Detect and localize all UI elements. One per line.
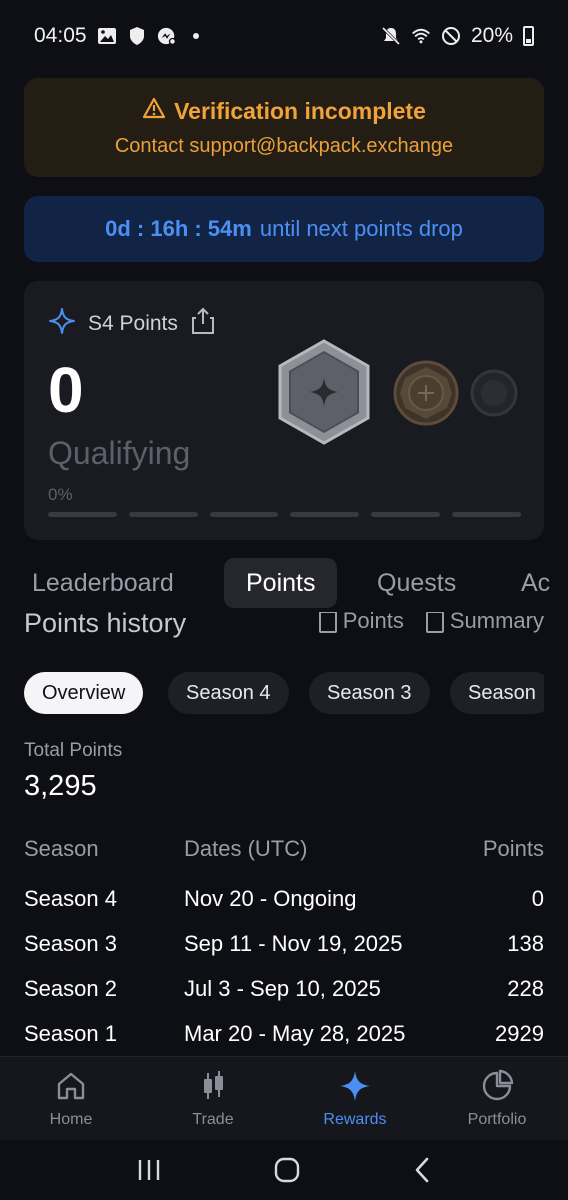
verification-title-row: Verification incomplete [142, 97, 426, 125]
image-icon [97, 26, 117, 46]
status-left: 04:05 [34, 24, 199, 48]
chip-season-3[interactable]: Season 3 [309, 672, 430, 714]
wifi-icon [411, 26, 431, 46]
nav-trade[interactable]: Trade [142, 1057, 284, 1140]
tab-quests[interactable]: Quests [377, 558, 456, 608]
table-row: Season 2 Jul 3 - Sep 10, 2025 228 [24, 976, 544, 1021]
row-dates: Nov 20 - Ongoing [184, 886, 357, 911]
warning-icon [142, 97, 166, 125]
header-points: Points [482, 836, 544, 861]
total-points-label: Total Points [24, 740, 123, 761]
nav-trade-label: Trade [192, 1110, 234, 1128]
nav-home-label: Home [49, 1110, 93, 1128]
box-icon [425, 612, 444, 634]
progress-segment [452, 512, 521, 517]
points-tier: Qualifying [48, 435, 191, 471]
progress-segment [48, 512, 117, 517]
progress-bar [48, 512, 521, 517]
row-points: 228 [507, 976, 544, 1001]
clock: 04:05 [34, 24, 87, 47]
points-link[interactable]: Points [318, 612, 404, 639]
progress-segment [128, 512, 198, 517]
tab-leaderboard[interactable]: Leaderboard [32, 558, 174, 608]
row-points: 138 [507, 931, 544, 956]
verification-subtitle[interactable]: Contact support@backpack.exchange [115, 135, 453, 158]
row-points: 0 [531, 886, 544, 911]
timer-countdown: 0d : 16h : 54m [105, 216, 252, 241]
home-icon [57, 1072, 85, 1099]
points-card-title: S4 Points [88, 312, 178, 335]
chip-season-more[interactable]: Season [450, 672, 544, 714]
table-row: Season 3 Sep 11 - Nov 19, 2025 138 [24, 931, 544, 976]
notification-dot [192, 33, 199, 39]
table-row: Season 4 Nov 20 - Ongoing 0 [24, 886, 544, 931]
verification-banner[interactable]: Verification incomplete Contact support@… [24, 78, 544, 177]
chip-season-4[interactable]: Season 4 [168, 672, 289, 714]
points-drop-timer: 0d : 16h : 54m until next points drop [24, 196, 544, 262]
tab-activity[interactable]: Ac [521, 558, 550, 608]
total-points-value: 3,295 [24, 770, 97, 802]
future-tier-badge [470, 369, 518, 417]
nav-home[interactable]: Home [0, 1057, 142, 1140]
verification-title: Verification incomplete [174, 97, 426, 124]
nav-rewards[interactable]: Rewards [284, 1057, 426, 1140]
row-season: Season 2 [24, 976, 117, 1001]
tab-points[interactable]: Points [224, 558, 338, 608]
progress-segment [290, 512, 360, 517]
candlestick-icon [204, 1070, 223, 1099]
sparkle-icon [340, 1070, 370, 1101]
progress-segment [209, 512, 279, 517]
do-not-disturb-icon [441, 26, 461, 46]
status-bar: 04:05 20% [0, 0, 568, 72]
nav-rewards-label: Rewards [323, 1110, 387, 1128]
row-season: Season 1 [24, 1021, 117, 1046]
sparkle-icon [48, 307, 76, 341]
row-dates: Jul 3 - Sep 10, 2025 [184, 976, 381, 1001]
battery-icon [523, 26, 534, 46]
row-season: Season 4 [24, 886, 117, 911]
header-season: Season [24, 836, 99, 861]
recent-apps-icon[interactable] [136, 1158, 162, 1182]
nav-portfolio-label: Portfolio [467, 1110, 527, 1128]
box-icon [318, 612, 337, 634]
mute-icon [381, 26, 401, 46]
messenger-icon [157, 26, 177, 46]
battery-percent: 20% [470, 24, 513, 47]
back-icon[interactable] [412, 1156, 432, 1184]
points-card-header: S4 Points [48, 307, 216, 341]
tier-badges [278, 339, 518, 445]
row-season: Season 3 [24, 931, 117, 956]
shield-icon [127, 26, 147, 46]
points-value: 0 [48, 354, 84, 426]
bottom-nav: Home Trade Rewards Portfolio [0, 1056, 568, 1140]
row-points: 2929 [495, 1021, 544, 1046]
table-header-row: Season Dates (UTC) Points [24, 836, 544, 886]
summary-link[interactable]: Summary [425, 612, 544, 639]
nav-portfolio[interactable]: Portfolio [426, 1057, 568, 1140]
timer-text: until next points drop [259, 216, 463, 241]
row-dates: Mar 20 - May 28, 2025 [184, 1021, 406, 1046]
progress-segment [371, 512, 441, 517]
header-dates: Dates (UTC) [184, 836, 308, 861]
current-tier-badge [278, 339, 370, 445]
next-tier-badge [393, 360, 459, 426]
rewards-tabs: Leaderboard Points Quests Ac [0, 558, 568, 610]
progress-percent: 0% [48, 485, 73, 504]
season-points-table: Season Dates (UTC) Points Season 4 Nov 2… [24, 836, 544, 1066]
share-icon[interactable] [190, 307, 216, 341]
row-dates: Sep 11 - Nov 19, 2025 [184, 931, 403, 956]
system-nav-bar [0, 1140, 568, 1200]
pie-chart-icon [482, 1069, 514, 1100]
status-right: 20% [381, 24, 534, 48]
points-history-title: Points history [24, 612, 187, 638]
season-filter-chips: Overview Season 4 Season 3 Season [24, 672, 544, 714]
points-history-header: Points history Points Summary [24, 612, 544, 642]
chip-overview[interactable]: Overview [24, 672, 144, 714]
points-card: S4 Points 0 Qualifying 0% [24, 281, 544, 540]
home-button-icon[interactable] [273, 1156, 301, 1184]
